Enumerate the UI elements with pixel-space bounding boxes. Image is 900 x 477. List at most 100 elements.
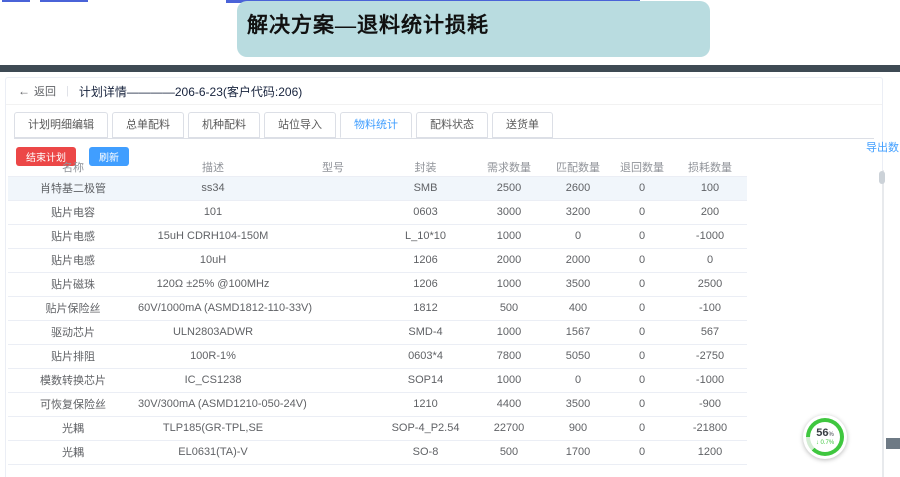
gauge-delta: ↓ 0.7% [816,440,834,446]
table-cell: 肖特基二极管 [8,176,138,200]
table-row: 贴片保险丝60V/1000mA (ASMD1812-110-33V)181250… [8,296,747,320]
table-cell: 0 [611,296,673,320]
table-row: 贴片电感15uH CDRH104-150ML_10*10100000-1000 [8,224,747,248]
tab-station-import[interactable]: 站位导入 [264,112,336,138]
table-cell [288,272,378,296]
table-cell: 贴片电感 [8,248,138,272]
table-cell: -1000 [673,224,747,248]
table-cell: IC_CS1238 [138,368,288,392]
table-cell: 30V/300mA (ASMD1210-050-24V) [138,392,288,416]
tab-total-order-material[interactable]: 总单配料 [112,112,184,138]
table-cell: 10uH [138,248,288,272]
vertical-scrollbar-thumb[interactable] [879,171,885,184]
table-cell: 5050 [545,344,611,368]
table-cell: 2000 [473,248,545,272]
table-cell: 0 [611,344,673,368]
table-cell: 贴片磁珠 [8,272,138,296]
table-cell: 1000 [473,368,545,392]
table-row: 模数转换芯片IC_CS1238SOP14100000-1000 [8,368,747,392]
divider-bar [0,65,900,72]
table-cell: 2600 [545,176,611,200]
slide-deco-line [40,0,88,2]
table-cell [288,176,378,200]
table-cell: SO-8 [378,440,473,464]
column-header: 需求数量 [473,158,545,176]
table-cell: 900 [545,416,611,440]
table-cell: 0 [611,368,673,392]
slide-title-box: 解决方案—退料统计损耗 [237,1,710,57]
table-cell: SOP14 [378,368,473,392]
gauge-ring-icon: 56% ↓ 0.7% [806,418,844,456]
table-cell: 0603*4 [378,344,473,368]
table-cell: 0 [611,248,673,272]
table-cell: 驱动芯片 [8,320,138,344]
table-cell: 贴片电感 [8,224,138,248]
column-header: 名称 [8,158,138,176]
table-cell: 2000 [545,248,611,272]
table-row: 光耦EL0631(TA)-VSO-8500170001200 [8,440,747,464]
page-title: 计划详情————206-6-23(客户代码:206) [79,83,302,100]
back-button[interactable]: ← 返回 [18,83,56,99]
table-cell [288,416,378,440]
table-header-row: 名称描述型号封装需求数量匹配数量退回数量损耗数量 [8,158,747,176]
table-cell: 1000 [473,320,545,344]
table-row: 贴片电感10uH12062000200000 [8,248,747,272]
table-cell: 1206 [378,272,473,296]
table-cell: 0 [611,272,673,296]
table-cell: 光耦 [8,440,138,464]
progress-gauge[interactable]: 56% ↓ 0.7% [803,415,847,459]
table-cell: SMB [378,176,473,200]
table-cell: -2750 [673,344,747,368]
table-cell: 100 [673,176,747,200]
table-cell: ss34 [138,176,288,200]
table-cell [288,344,378,368]
table-cell: 0 [611,320,673,344]
export-link[interactable]: 导出数 [866,139,899,155]
vertical-scrollbar-track [882,170,884,477]
table-row: 贴片磁珠120Ω ±25% @100MHz12061000350002500 [8,272,747,296]
table-cell: 0 [545,368,611,392]
table-cell: 1567 [545,320,611,344]
table-cell: 0603 [378,200,473,224]
table-cell: 1000 [473,272,545,296]
back-arrow-icon: ← [18,84,30,98]
table-cell: 500 [473,296,545,320]
breadcrumb-divider: | [66,85,69,97]
slide-title: 解决方案—退料统计损耗 [247,9,489,39]
table-cell: 7800 [473,344,545,368]
table-cell: 光耦 [8,416,138,440]
table-cell: 3500 [545,272,611,296]
table-cell: 0 [611,440,673,464]
table-cell: 2500 [673,272,747,296]
table-row: 光耦TLP185(GR-TPL,SESOP-4_P2.54227009000-2… [8,416,747,440]
table-cell: SOP-4_P2.54 [378,416,473,440]
table-cell: 22700 [473,416,545,440]
table-cell: ULN2803ADWR [138,320,288,344]
table-cell: 60V/1000mA (ASMD1812-110-33V) [138,296,288,320]
table-cell: 1200 [673,440,747,464]
tab-plan-detail-edit[interactable]: 计划明细编辑 [14,112,108,138]
tab-model-material[interactable]: 机种配料 [188,112,260,138]
table-cell: 500 [473,440,545,464]
column-header: 型号 [288,158,378,176]
tab-material-status[interactable]: 配料状态 [416,112,488,138]
table-cell: 400 [545,296,611,320]
column-header: 匹配数量 [545,158,611,176]
table-cell: -900 [673,392,747,416]
table-cell: 1206 [378,248,473,272]
table-cell: 0 [611,224,673,248]
table-cell: 可恢复保险丝 [8,392,138,416]
table-cell: 贴片排阻 [8,344,138,368]
scrollbar-corner-thumb[interactable] [886,438,900,449]
tab-delivery-note[interactable]: 送货单 [492,112,553,138]
table-cell: 200 [673,200,747,224]
tab-bar: 计划明细编辑总单配料机种配料站位导入物料统计配料状态送货单 [14,112,874,139]
table-cell [288,248,378,272]
table-cell: 567 [673,320,747,344]
slide-deco-line [2,0,30,2]
table-cell: 2500 [473,176,545,200]
tab-material-stats[interactable]: 物料统计 [340,112,412,138]
table-cell: 0 [611,392,673,416]
table-row: 贴片电容1010603300032000200 [8,200,747,224]
table-row: 贴片排阻100R-1%0603*4780050500-2750 [8,344,747,368]
